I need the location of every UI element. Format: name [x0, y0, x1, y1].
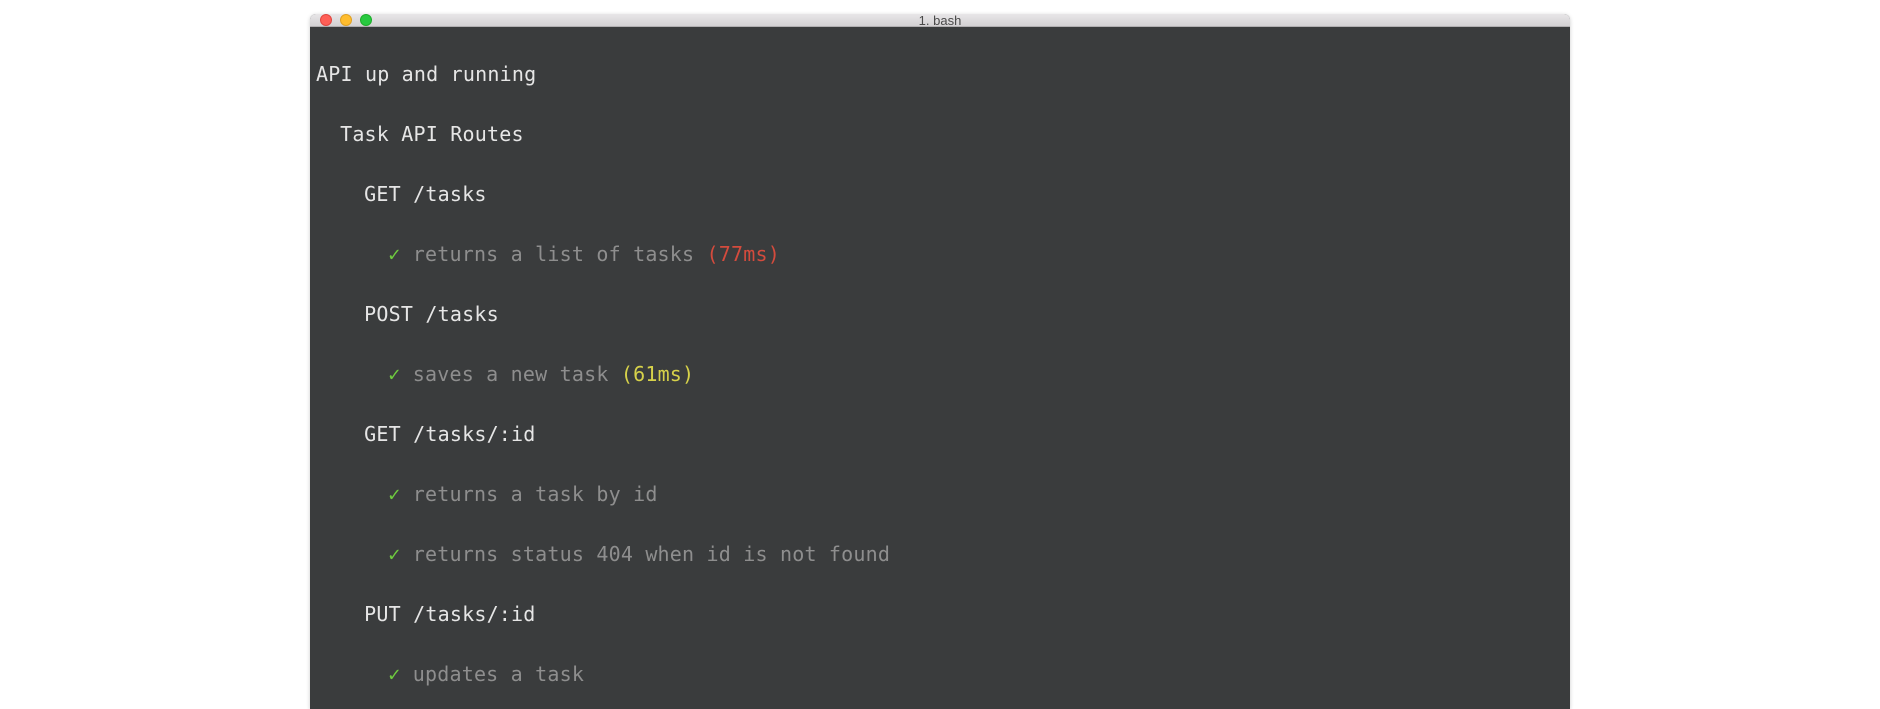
check-icon: ✓ — [388, 662, 400, 686]
test-time: (61ms) — [621, 362, 694, 386]
close-icon[interactable] — [320, 14, 332, 26]
check-icon: ✓ — [388, 242, 400, 266]
route-header: GET /tasks/:id — [364, 422, 535, 446]
route-header: GET /tasks — [364, 182, 486, 206]
route-header: PUT /tasks/:id — [364, 602, 535, 626]
titlebar[interactable]: 1. bash — [310, 14, 1570, 27]
traffic-lights — [320, 14, 372, 26]
maximize-icon[interactable] — [360, 14, 372, 26]
test-desc: saves a new task — [413, 362, 609, 386]
check-icon: ✓ — [388, 362, 400, 386]
window-title: 1. bash — [310, 14, 1570, 28]
test-desc: returns status 404 when id is not found — [413, 542, 890, 566]
test-desc: returns a task by id — [413, 482, 658, 506]
route-header: POST /tasks — [364, 302, 499, 326]
check-icon: ✓ — [388, 482, 400, 506]
output-line: API up and running — [316, 62, 536, 86]
terminal-window: 1. bash API up and running Task API Rout… — [310, 14, 1570, 709]
test-time: (77ms) — [707, 242, 780, 266]
terminal-output[interactable]: API up and running Task API Routes GET /… — [310, 27, 1570, 709]
suite-name: Task API Routes — [340, 122, 524, 146]
test-desc: returns a list of tasks — [413, 242, 695, 266]
test-desc: updates a task — [413, 662, 584, 686]
minimize-icon[interactable] — [340, 14, 352, 26]
check-icon: ✓ — [388, 542, 400, 566]
